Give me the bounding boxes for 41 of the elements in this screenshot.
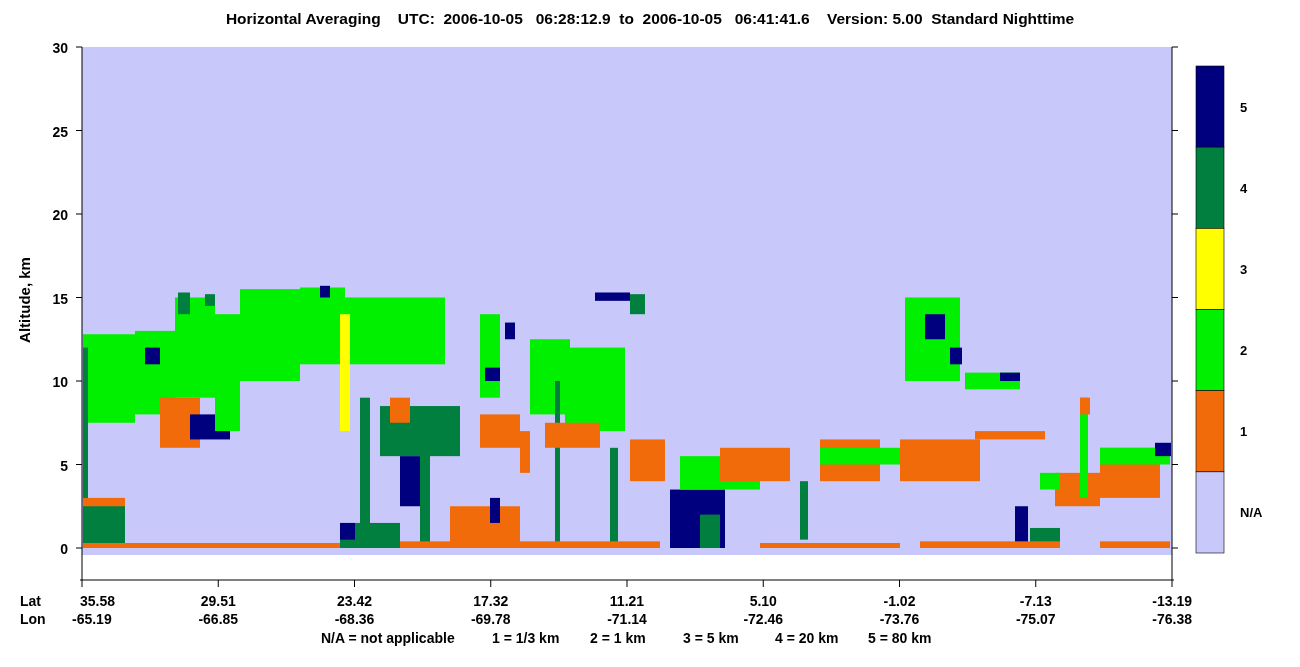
longitude-label: -65.19: [72, 611, 112, 627]
latitude-label: 23.42: [337, 593, 372, 609]
y-tick-label: 0: [60, 541, 68, 557]
y-tick-label: 25: [52, 123, 68, 140]
chart-title: Horizontal Averaging UTC: 2006-10-05 06:28:12.9 to 2006-10-05 06:41:41.6 Version: 5.00 Standard Nighttime: [225, 10, 1075, 27]
longitude-label: -72.46: [743, 611, 784, 627]
colorbar-label: 2: [1240, 343, 1248, 359]
longitude-label: -71.14: [607, 611, 647, 627]
latitude-label: -7.13: [1019, 593, 1052, 609]
colorbar-label: N/A: [1240, 505, 1263, 521]
longitude-label: -66.85: [198, 611, 239, 627]
longitude-label: -69.78: [470, 611, 511, 627]
colorbar-label: 5: [1240, 99, 1248, 115]
longitude-label: -76.38: [1152, 611, 1192, 627]
row-label: Lon: [20, 611, 46, 627]
latitude-label: 11.21: [609, 593, 645, 609]
legend-item: 3 = 5 km: [683, 630, 739, 646]
legend-item: 5 = 80 km: [868, 630, 932, 646]
latitude-label: 5.10: [749, 593, 777, 609]
latitude-label: 17.32: [473, 593, 509, 609]
y-axis-label: Altitude, km: [16, 257, 33, 343]
latitude-label: -13.19: [1152, 593, 1192, 609]
legend-item: 2 = 1 km: [590, 630, 646, 646]
colorbar-label: 1: [1240, 424, 1248, 440]
row-label: Lat: [20, 593, 41, 609]
legend-item: N/A = not applicable: [321, 630, 455, 646]
y-tick-label: 10: [52, 374, 68, 390]
legend-item: 1 = 1/3 km: [492, 630, 560, 646]
colorbar-label: 3: [1240, 261, 1248, 277]
latitude-label: 35.58: [80, 593, 116, 609]
y-tick-label: 15: [52, 290, 68, 307]
y-tick-label: 30: [52, 40, 68, 56]
y-tick-label: 5: [60, 457, 68, 474]
longitude-label: -75.07: [1015, 611, 1056, 627]
longitude-label: -73.76: [879, 611, 920, 627]
longitude-label: -68.36: [334, 611, 375, 627]
y-tick-label: 20: [52, 207, 68, 223]
legend-item: 4 = 20 km: [775, 630, 839, 646]
latitude-label: 29.51: [200, 593, 236, 609]
latitude-label: -1.02: [883, 593, 916, 609]
colorbar-label: 4: [1240, 180, 1248, 196]
